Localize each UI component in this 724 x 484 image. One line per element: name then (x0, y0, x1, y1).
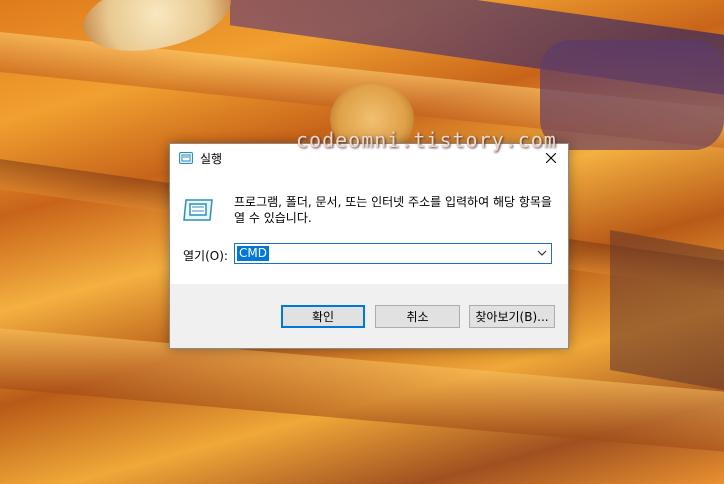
shadow-region (540, 40, 724, 150)
ok-button[interactable]: 확인 (281, 305, 365, 328)
open-combobox[interactable]: CMD (234, 243, 552, 264)
run-dialog: 실행 프로그램, 폴더, 문서, 또는 인터넷 주소를 입력하여 해당 항목을 … (169, 143, 569, 349)
close-icon (546, 153, 556, 163)
run-icon (183, 199, 213, 221)
browse-button[interactable]: 찾아보기(B)... (469, 305, 555, 328)
run-icon (179, 152, 193, 164)
command-input[interactable]: CMD (237, 246, 269, 261)
dialog-footer: 확인 취소 찾아보기(B)... (170, 284, 568, 348)
open-label: 열기(O): (183, 249, 228, 263)
dialog-description: 프로그램, 폴더, 문서, 또는 인터넷 주소를 입력하여 해당 항목을 열 수… (234, 195, 552, 225)
cancel-button[interactable]: 취소 (375, 305, 460, 328)
watermark-text: codeomni.tistory.com (296, 128, 557, 152)
chevron-down-icon[interactable] (537, 249, 547, 257)
shadow-region (610, 229, 724, 391)
dialog-title: 실행 (200, 152, 223, 166)
